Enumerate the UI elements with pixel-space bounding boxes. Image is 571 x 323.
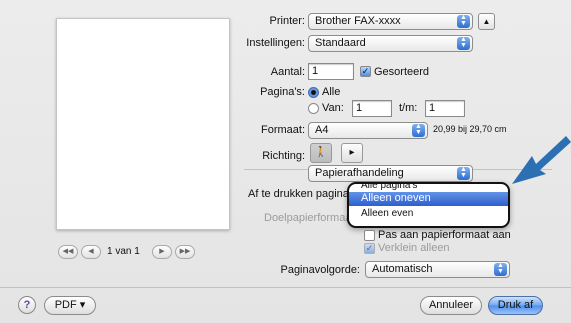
presets-popup[interactable]: Standaard ▲ ▼ xyxy=(308,35,473,52)
copies-label: Aantal: xyxy=(270,66,305,78)
pages-from-field[interactable]: 1 xyxy=(352,100,392,117)
popup-arrows-icon: ▲ ▼ xyxy=(457,14,470,28)
presets-label: Instellingen: xyxy=(246,37,305,49)
paper-dimensions: 20,99 bij 29,70 cm xyxy=(433,124,507,134)
printer-value: Brother FAX-xxxx xyxy=(315,15,401,27)
portrait-icon[interactable]: 🚶 xyxy=(310,143,332,163)
page-order-label: Paginavolgorde: xyxy=(280,264,360,276)
next-page-button[interactable]: ▶ xyxy=(152,245,172,259)
pages-to-print-menu[interactable]: Alle pagina's Alleen oneven Alleen even xyxy=(347,182,510,228)
help-icon[interactable]: ? xyxy=(18,296,36,314)
reduce-only-checkbox[interactable]: ✓ xyxy=(364,243,375,254)
presets-value: Standaard xyxy=(315,37,366,49)
first-page-button[interactable]: ◀◀ xyxy=(58,245,78,259)
paper-size-value: A4 xyxy=(315,124,329,136)
destination-paper-label: Doelpapierformaat: xyxy=(264,212,358,224)
page-order-popup[interactable]: Automatisch ▲ ▼ xyxy=(365,261,510,278)
pages-range-radio[interactable] xyxy=(308,103,319,114)
prev-page-button[interactable]: ◀ xyxy=(81,245,101,259)
page-preview xyxy=(56,18,230,230)
pages-to-print-label: Af te drukken pagina's: xyxy=(248,188,360,200)
disclosure-up-icon[interactable]: ▲ xyxy=(478,13,495,30)
popup-arrows-icon: ▲ ▼ xyxy=(494,262,507,276)
last-page-button[interactable]: ▶▶ xyxy=(175,245,195,259)
reduce-only-label: Verklein alleen xyxy=(378,242,450,254)
landscape-icon[interactable]: ▸ xyxy=(341,143,363,163)
orientation-label: Richting: xyxy=(262,150,305,162)
page-order-value: Automatisch xyxy=(372,263,433,275)
pdf-button[interactable]: PDF ▾ xyxy=(44,296,96,315)
pages-to-field[interactable]: 1 xyxy=(425,100,465,117)
pages-to-label: t/m: xyxy=(399,102,418,114)
page-counter: 1 van 1 xyxy=(107,246,140,257)
printer-label: Printer: xyxy=(269,15,305,27)
copies-field[interactable]: 1 xyxy=(308,63,354,80)
pages-from-label: Van: xyxy=(322,102,344,114)
cancel-button[interactable]: Annuleer xyxy=(420,296,482,315)
popup-arrows-icon: ▲ ▼ xyxy=(457,166,470,180)
paper-size-label: Formaat: xyxy=(260,124,305,136)
menu-item-even-only[interactable]: Alleen even xyxy=(349,208,508,221)
print-dialog: ◀◀ ◀ 1 van 1 ▶ ▶▶ Printer: Brother FAX-x… xyxy=(0,0,571,323)
print-button[interactable]: Druk af xyxy=(488,296,543,315)
pages-all-radio[interactable] xyxy=(308,87,319,98)
fit-to-paper-label: Pas aan papierformaat aan xyxy=(378,229,511,241)
popup-arrows-icon: ▲ ▼ xyxy=(457,36,470,50)
section-popup-value: Papierafhandeling xyxy=(315,167,404,179)
printer-popup[interactable]: Brother FAX-xxxx ▲ ▼ xyxy=(308,13,473,30)
paper-size-popup[interactable]: A4 ▲ ▼ xyxy=(308,122,428,139)
collated-checkbox[interactable]: ✓ xyxy=(360,66,371,77)
pages-all-label: Alle xyxy=(322,86,341,98)
pages-label: Pagina's: xyxy=(260,86,305,98)
footer-separator xyxy=(0,287,571,288)
popup-arrows-icon: ▲ ▼ xyxy=(412,123,425,137)
callout-arrow-icon xyxy=(512,136,571,184)
collated-label: Gesorteerd xyxy=(374,66,430,78)
section-popup[interactable]: Papierafhandeling ▲ ▼ xyxy=(308,165,473,182)
fit-to-paper-checkbox[interactable] xyxy=(364,230,375,241)
menu-item-odd-only[interactable]: Alleen oneven xyxy=(349,192,508,206)
